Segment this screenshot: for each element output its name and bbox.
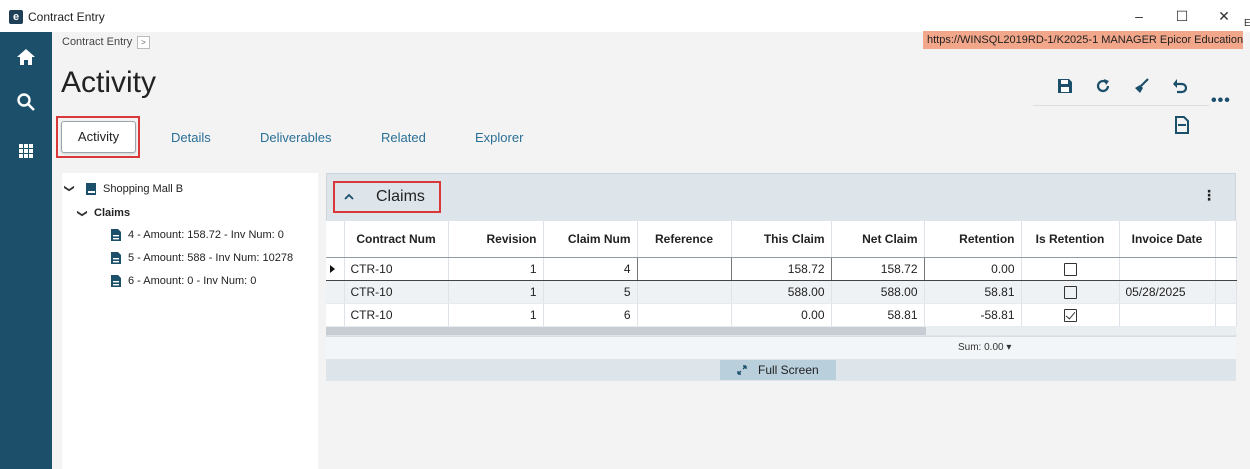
cell-contract-num[interactable]: CTR-10 bbox=[344, 280, 449, 304]
kebab-menu-icon[interactable]: ⋮ bbox=[1202, 187, 1216, 204]
edge-glyph: E bbox=[1244, 18, 1250, 29]
epicor-logo-icon: e bbox=[9, 10, 23, 24]
breadcrumb[interactable]: Contract Entry bbox=[62, 36, 132, 48]
column-header[interactable]: Retention bbox=[924, 221, 1022, 258]
tab-activity[interactable]: Activity bbox=[61, 121, 136, 153]
tab-details[interactable]: Details bbox=[171, 130, 211, 145]
home-icon[interactable] bbox=[14, 45, 38, 69]
column-header[interactable]: This Claim bbox=[731, 221, 832, 258]
minimize-button[interactable]: – bbox=[1124, 6, 1154, 26]
cell-reference[interactable] bbox=[637, 303, 732, 327]
tab-explorer[interactable]: Explorer bbox=[475, 130, 523, 145]
document-icon bbox=[111, 252, 121, 264]
cell-claim-num[interactable]: 6 bbox=[543, 303, 638, 327]
left-nav bbox=[0, 32, 52, 469]
contract-entry-window: e Contract Entry – ☐ ✕ E Contract Entry … bbox=[0, 0, 1250, 469]
row-selector[interactable] bbox=[326, 303, 345, 327]
cell-invoice-date[interactable]: 05/28/2025 bbox=[1119, 280, 1216, 304]
tree-root[interactable]: Shopping Mall B bbox=[103, 183, 183, 195]
tab-deliverables[interactable]: Deliverables bbox=[260, 130, 332, 145]
tree-item[interactable]: 5 - Amount: 588 - Inv Num: 10278 bbox=[128, 252, 293, 264]
cell-filler bbox=[1215, 280, 1237, 304]
server-info: https://WINSQL2019RD-1/K2025-1 MANAGER E… bbox=[923, 31, 1243, 49]
table-row[interactable]: CTR-10 1 5 588.00 588.00 58.81 05/28/202… bbox=[326, 280, 1237, 304]
cell-is-retention[interactable] bbox=[1021, 257, 1120, 281]
horizontal-scrollbar[interactable] bbox=[326, 327, 1236, 335]
cell-invoice-date[interactable] bbox=[1119, 303, 1216, 327]
column-header[interactable]: Reference bbox=[637, 221, 732, 258]
chevron-up-icon[interactable] bbox=[343, 192, 355, 202]
column-header[interactable]: Invoice Date bbox=[1119, 221, 1216, 258]
clear-icon[interactable] bbox=[1131, 76, 1151, 96]
cell-contract-num[interactable]: CTR-10 bbox=[344, 303, 449, 327]
cell-revision[interactable]: 1 bbox=[448, 280, 544, 304]
chevron-down-icon[interactable]: ❯ bbox=[64, 184, 75, 192]
more-options-icon[interactable]: ••• bbox=[1211, 92, 1231, 110]
tree-panel: ❯ Shopping Mall B ❯ Claims 4 - Amount: 1… bbox=[62, 173, 318, 469]
cell-this-claim[interactable]: 588.00 bbox=[731, 280, 832, 304]
claims-title: Claims bbox=[376, 188, 425, 205]
search-icon[interactable] bbox=[14, 90, 38, 114]
retention-checkbox[interactable] bbox=[1063, 262, 1077, 276]
tab-related[interactable]: Related bbox=[381, 130, 426, 145]
row-indicator-icon[interactable] bbox=[326, 257, 345, 281]
apps-grid-icon[interactable] bbox=[14, 139, 38, 163]
contract-book-icon bbox=[86, 183, 96, 195]
summary-bar bbox=[326, 336, 1236, 359]
cell-reference[interactable] bbox=[637, 280, 732, 304]
tree-item[interactable]: 4 - Amount: 158.72 - Inv Num: 0 bbox=[128, 229, 284, 241]
chevron-down-icon[interactable]: ❯ bbox=[77, 209, 88, 217]
cell-net-claim[interactable]: 58.81 bbox=[831, 303, 925, 327]
column-filler bbox=[1215, 221, 1237, 258]
cell-claim-num[interactable]: 5 bbox=[543, 280, 638, 304]
table-row[interactable]: CTR-10 1 6 0.00 58.81 -58.81 bbox=[326, 303, 1237, 327]
column-header[interactable]: Contract Num bbox=[344, 221, 449, 258]
retention-checkbox[interactable] bbox=[1063, 285, 1077, 299]
cell-retention[interactable]: 58.81 bbox=[924, 280, 1022, 304]
toolbar-divider bbox=[1033, 105, 1209, 106]
expand-icon bbox=[737, 365, 747, 375]
sum-dropdown[interactable]: Sum: 0.00 ▾ bbox=[958, 342, 1011, 353]
tree-group-claims[interactable]: Claims bbox=[94, 207, 130, 219]
refresh-icon[interactable] bbox=[1093, 76, 1113, 96]
column-header[interactable]: Net Claim bbox=[831, 221, 925, 258]
close-button[interactable]: ✕ bbox=[1209, 6, 1239, 26]
cell-revision[interactable]: 1 bbox=[448, 257, 544, 281]
breadcrumb-chevron-icon[interactable]: > bbox=[137, 36, 150, 49]
new-icon[interactable] bbox=[1172, 115, 1192, 135]
cell-net-claim[interactable]: 588.00 bbox=[831, 280, 925, 304]
cell-this-claim[interactable]: 0.00 bbox=[731, 303, 832, 327]
cell-filler bbox=[1215, 303, 1237, 327]
cell-is-retention[interactable] bbox=[1021, 280, 1120, 304]
title-bar: e Contract Entry – ☐ ✕ E bbox=[0, 0, 1250, 32]
claims-grid: Contract Num Revision Claim Num Referenc… bbox=[326, 221, 1237, 327]
row-selector-header bbox=[326, 221, 345, 258]
window-title: Contract Entry bbox=[28, 10, 105, 24]
tree-item[interactable]: 6 - Amount: 0 - Inv Num: 0 bbox=[128, 275, 256, 287]
cell-filler bbox=[1215, 257, 1237, 281]
document-icon bbox=[111, 229, 121, 241]
cell-retention[interactable]: 0.00 bbox=[924, 257, 1022, 281]
cell-revision[interactable]: 1 bbox=[448, 303, 544, 327]
cell-this-claim[interactable]: 158.72 bbox=[730, 256, 832, 281]
save-icon[interactable] bbox=[1055, 76, 1075, 96]
cell-invoice-date[interactable] bbox=[1119, 257, 1216, 281]
cell-claim-num[interactable]: 4 bbox=[542, 256, 638, 281]
document-icon bbox=[111, 275, 121, 287]
row-selector[interactable] bbox=[326, 280, 345, 304]
undo-icon[interactable] bbox=[1170, 76, 1190, 96]
page-title: Activity bbox=[61, 66, 157, 99]
column-header[interactable]: Claim Num bbox=[543, 221, 638, 258]
column-header[interactable]: Is Retention bbox=[1021, 221, 1120, 258]
table-row[interactable]: CTR-10 1 4 158.72 158.72 0.00 bbox=[326, 256, 1237, 281]
cell-retention[interactable]: -58.81 bbox=[924, 303, 1022, 327]
column-header[interactable]: Revision bbox=[448, 221, 544, 258]
maximize-button[interactable]: ☐ bbox=[1167, 6, 1197, 26]
cell-reference[interactable] bbox=[636, 256, 732, 281]
cell-is-retention[interactable] bbox=[1021, 303, 1120, 327]
cell-contract-num[interactable]: CTR-10 bbox=[344, 257, 449, 281]
retention-checkbox-checked[interactable] bbox=[1063, 308, 1077, 322]
scrollbar-thumb[interactable] bbox=[326, 327, 926, 335]
cell-net-claim[interactable]: 158.72 bbox=[830, 256, 925, 281]
